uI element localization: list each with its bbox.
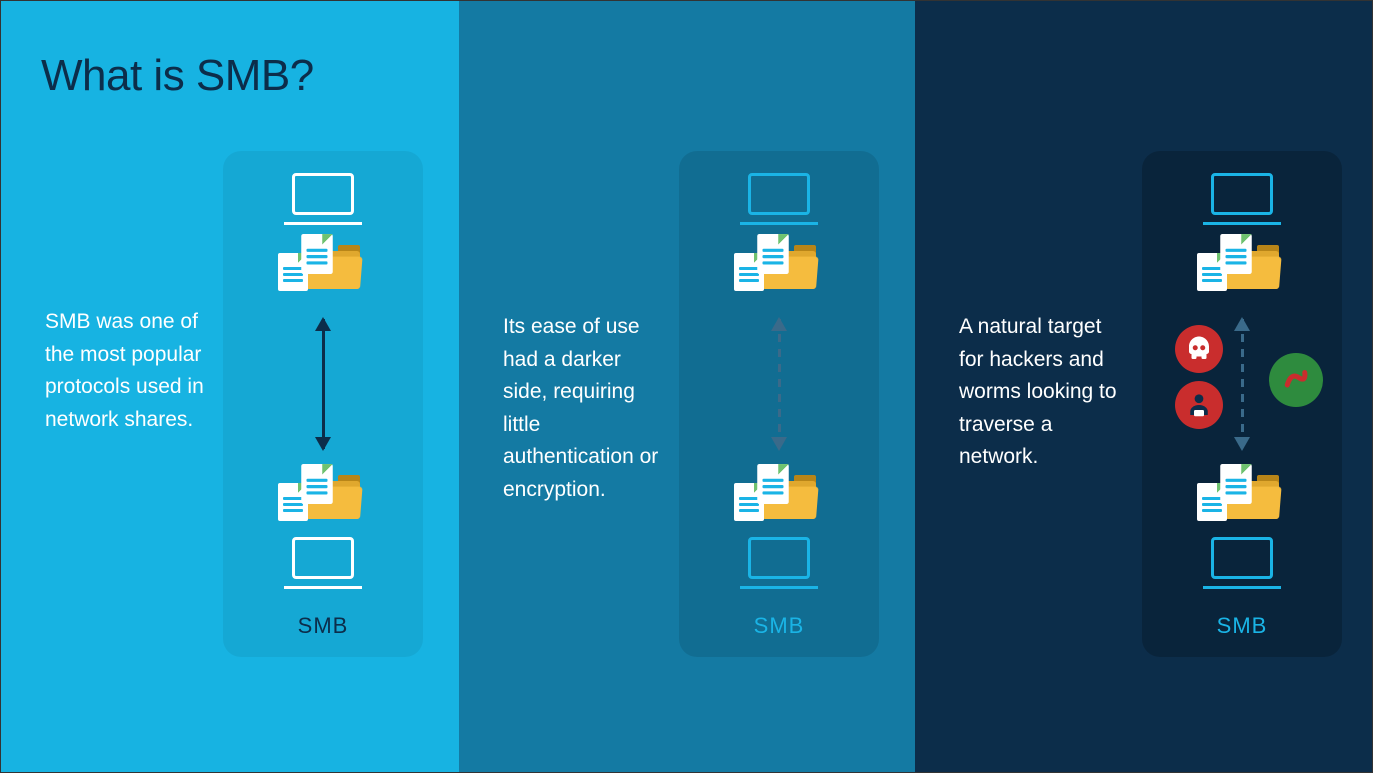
hacker-icon (1175, 381, 1223, 429)
panel-1-stack: SMB (223, 151, 423, 657)
panel-2-caption: SMB (754, 613, 805, 639)
folder-files-icon (734, 467, 824, 527)
panel-1-text: SMB was one of the most popular protocol… (45, 306, 205, 436)
laptop-icon (284, 537, 362, 589)
panel-1: What is SMB? SMB was one of the most pop… (1, 1, 459, 772)
laptop-icon (1203, 537, 1281, 589)
panel-3-text: A natural target for hackers and worms l… (959, 311, 1119, 474)
panel-3-caption: SMB (1217, 613, 1268, 639)
panel-2-stack: SMB (679, 151, 879, 657)
folder-files-icon (1197, 467, 1287, 527)
diagram-title: What is SMB? (41, 51, 419, 101)
diagram-container: What is SMB? SMB was one of the most pop… (0, 0, 1373, 773)
worm-icon (1269, 353, 1323, 407)
folder-files-icon (278, 467, 368, 527)
arrow-dashed-icon (778, 309, 781, 459)
laptop-icon (284, 173, 362, 225)
skull-icon (1175, 325, 1223, 373)
folder-files-icon (1197, 237, 1287, 297)
folder-files-icon (734, 237, 824, 297)
arrow-bidirectional-icon (322, 309, 325, 459)
folder-files-icon (278, 237, 368, 297)
laptop-icon (740, 537, 818, 589)
panel-3: A natural target for hackers and worms l… (915, 1, 1372, 772)
panel-1-caption: SMB (298, 613, 349, 639)
laptop-icon (740, 173, 818, 225)
panel-3-stack: SMB (1142, 151, 1342, 657)
panel-2-text: Its ease of use had a darker side, requi… (503, 311, 663, 506)
laptop-icon (1203, 173, 1281, 225)
panel-2: Its ease of use had a darker side, requi… (459, 1, 915, 772)
arrow-dashed-threat-icon (1241, 309, 1244, 459)
